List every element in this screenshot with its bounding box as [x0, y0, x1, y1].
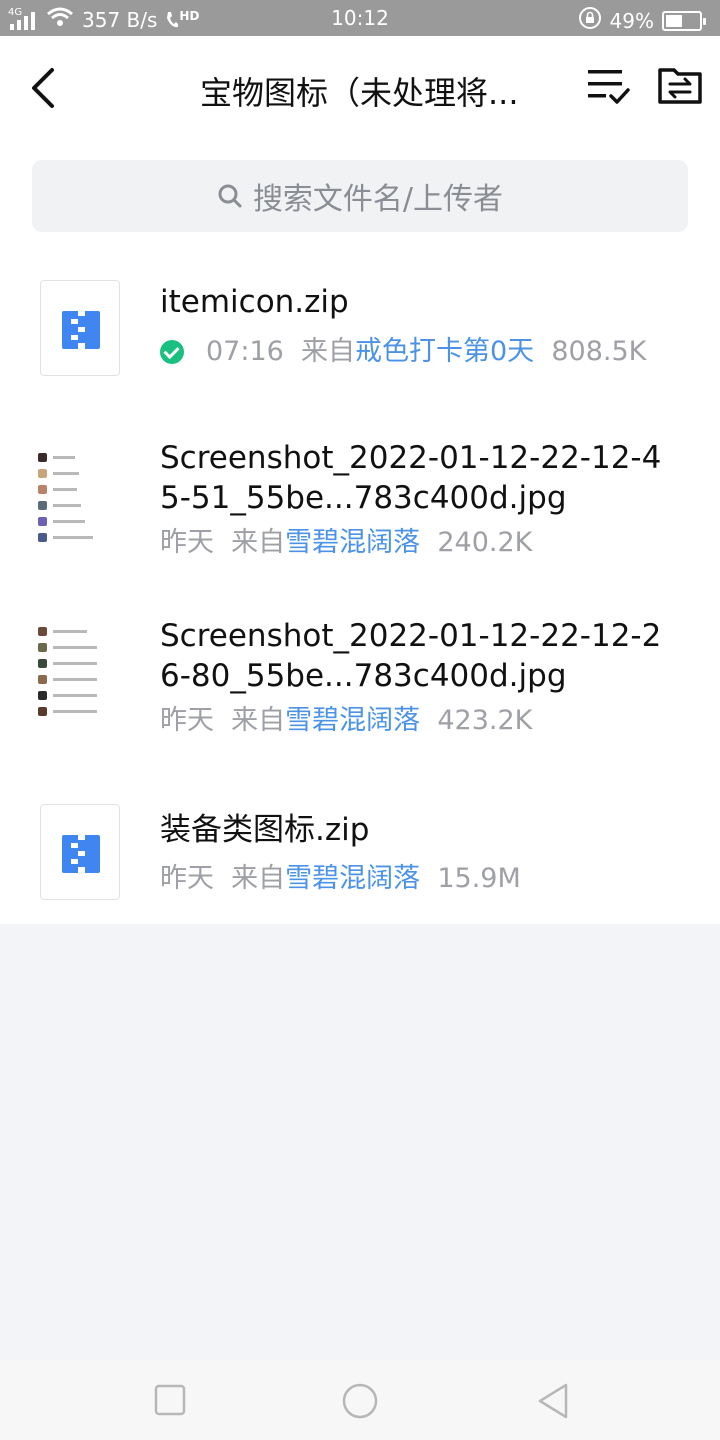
multi-select-button[interactable]	[584, 64, 632, 108]
battery-icon	[662, 10, 706, 31]
search-bar[interactable]: 搜索文件名/上传者	[32, 160, 688, 232]
image-thumbnail	[36, 626, 124, 722]
file-time: 昨天	[160, 527, 214, 558]
file-size: 15.9M	[437, 863, 521, 894]
folder-swap-icon	[658, 68, 702, 104]
from-label: 来自	[300, 336, 355, 367]
downloaded-check-icon	[160, 340, 184, 364]
battery-percent: 49%	[609, 8, 654, 33]
system-nav-bar	[0, 1360, 720, 1440]
file-row[interactable]: itemicon.zip 07:16 来自戒色打卡第0天 808.5K	[0, 264, 720, 414]
file-time: 昨天	[160, 705, 214, 736]
back-arrow-icon	[32, 68, 54, 108]
from-label: 来自	[231, 705, 286, 736]
recent-apps-button[interactable]	[154, 1384, 186, 1416]
file-size: 808.5K	[551, 336, 647, 367]
file-time: 昨天	[160, 863, 214, 894]
file-row[interactable]: 装备类图标.zip 昨天 来自雪碧混阔落 15.9M	[0, 792, 720, 912]
file-name: itemicon.zip	[160, 284, 349, 320]
file-meta: 昨天 来自雪碧混阔落 15.9M	[160, 862, 680, 896]
file-list-panel: 搜索文件名/上传者 itemicon.zip 07:16 来自戒色打卡第0天 8…	[0, 146, 720, 924]
file-name: 装备类图标.zip	[160, 812, 370, 848]
image-thumbnail	[36, 450, 124, 546]
from-label: 来自	[231, 527, 286, 558]
file-time: 07:16	[206, 336, 284, 367]
file-row[interactable]: Screenshot_2022-01-12-22-12-45-51_55be..…	[0, 436, 720, 596]
file-meta: 07:16 来自戒色打卡第0天 808.5K	[160, 335, 680, 369]
file-source[interactable]: 戒色打卡第0天	[355, 336, 534, 367]
file-size: 240.2K	[437, 527, 533, 558]
file-source[interactable]: 雪碧混阔落	[285, 863, 420, 894]
from-label: 来自	[231, 863, 286, 894]
status-bar: 4G 357 B/s HD 10:12 49%	[0, 0, 720, 36]
search-placeholder: 搜索文件名/上传者	[252, 182, 504, 217]
file-size: 423.2K	[437, 705, 533, 736]
zip-file-thumbnail	[40, 280, 120, 376]
search-icon	[218, 184, 242, 208]
file-name: Screenshot_2022-01-12-22-12-26-80_55be..…	[160, 618, 662, 694]
zip-file-thumbnail	[40, 804, 120, 900]
top-bar: 宝物图标（未处理将...	[0, 36, 720, 146]
zip-file-icon	[62, 311, 100, 349]
page-title: 宝物图标（未处理将...	[200, 74, 519, 112]
file-row[interactable]: Screenshot_2022-01-12-22-12-26-80_55be..…	[0, 614, 720, 774]
rotation-lock-icon	[578, 6, 602, 35]
battery-level	[666, 14, 682, 27]
file-name: Screenshot_2022-01-12-22-12-45-51_55be..…	[160, 440, 662, 516]
file-source[interactable]: 雪碧混阔落	[285, 527, 420, 558]
home-button[interactable]	[341, 1382, 379, 1420]
file-meta: 昨天 来自雪碧混阔落 240.2K	[160, 526, 680, 560]
zip-file-icon	[62, 835, 100, 873]
folder-transfer-button[interactable]	[656, 64, 704, 108]
back-nav-button[interactable]	[536, 1382, 570, 1420]
file-meta: 昨天 来自雪碧混阔落 423.2K	[160, 704, 680, 738]
list-check-icon	[588, 70, 630, 104]
file-source[interactable]: 雪碧混阔落	[285, 705, 420, 736]
back-button[interactable]	[24, 64, 64, 112]
